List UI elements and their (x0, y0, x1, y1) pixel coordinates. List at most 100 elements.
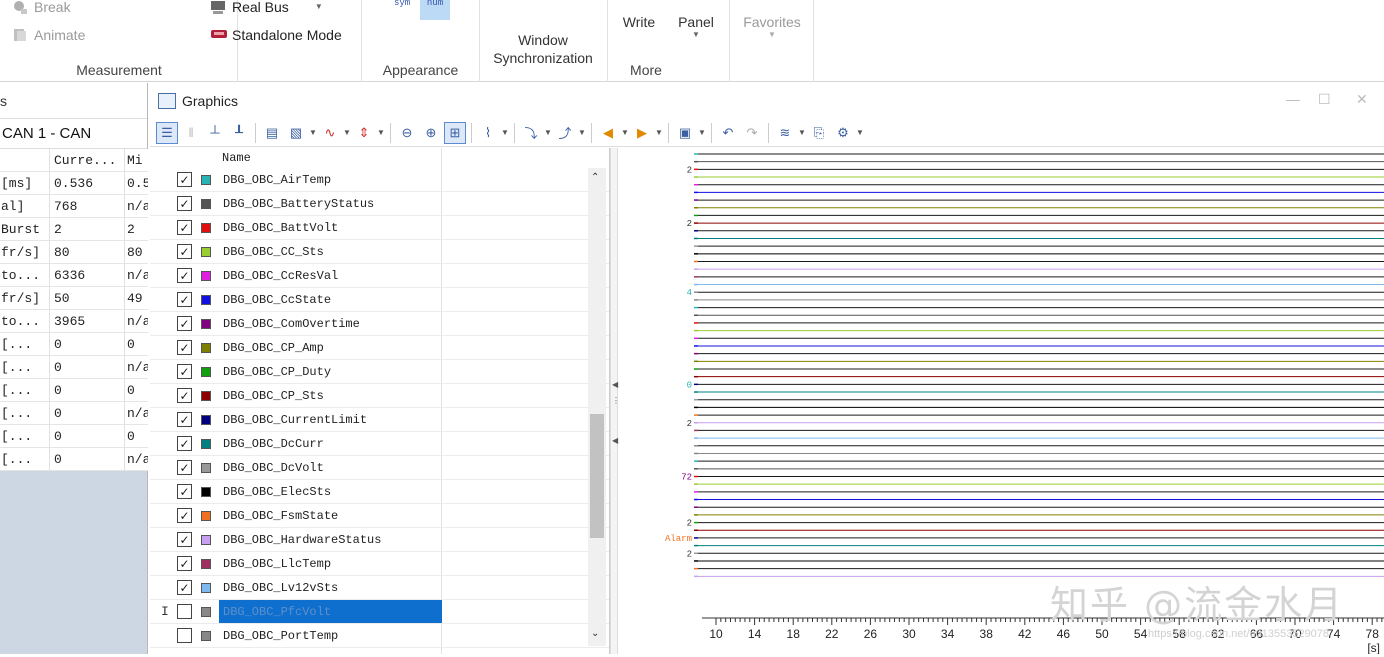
signal-color-swatch[interactable] (201, 342, 211, 353)
pause-icon[interactable]: ‖ (180, 122, 202, 144)
line-type-icon[interactable]: ∿ (319, 122, 341, 144)
chevron-down-icon[interactable]: ▼ (544, 128, 552, 137)
next-marker-icon[interactable]: ▶ (631, 122, 653, 144)
signal-visibility-checkbox[interactable]: ✓ (177, 508, 192, 523)
export-icon[interactable]: ⎘ (808, 122, 830, 144)
signal-color-swatch[interactable] (201, 246, 211, 257)
chevron-down-icon[interactable]: ▼ (655, 128, 663, 137)
chevron-down-icon[interactable]: ▼ (501, 128, 509, 137)
signal-visibility-checkbox[interactable]: ✓ (177, 316, 192, 331)
table-row[interactable]: [... 0 n/a (0, 402, 148, 425)
zoom-fit-icon[interactable]: ⊞ (444, 121, 466, 144)
signal-visibility-checkbox[interactable]: ✓ (177, 556, 192, 571)
signal-visibility-checkbox[interactable]: ✓ (177, 364, 192, 379)
panel-button[interactable]: Panel ▼ (670, 13, 722, 39)
signal-row[interactable]: ✓ DBG_OBC_ComOvertime (150, 312, 609, 336)
signal-row[interactable]: DBG_OBC_PortTemp (150, 624, 609, 648)
signal-row[interactable]: ✓ DBG_OBC_BatteryStatus (150, 192, 609, 216)
scrollbar-thumb[interactable] (590, 414, 604, 538)
signal-visibility-checkbox[interactable] (177, 604, 192, 619)
signal-visibility-checkbox[interactable]: ✓ (177, 196, 192, 211)
num-toggle[interactable]: num (420, 0, 450, 20)
signal-row[interactable]: ✓ DBG_OBC_CP_Sts (150, 384, 609, 408)
pane-splitter[interactable]: ◀ ⋮ ◀ (610, 148, 620, 654)
zoom-in-icon[interactable]: ⊕ (420, 122, 442, 144)
signal-row[interactable]: ✓ DBG_OBC_CcResVal (150, 264, 609, 288)
signal-visibility-checkbox[interactable]: ✓ (177, 340, 192, 355)
signal-visibility-checkbox[interactable] (177, 628, 192, 643)
splitter-grip-icon[interactable]: ⋮ (612, 396, 620, 405)
signal-visibility-checkbox[interactable]: ✓ (177, 244, 192, 259)
collapse-right-icon[interactable]: ◀ (612, 436, 618, 445)
signal-list-toggle-icon[interactable]: ☰ (156, 121, 178, 144)
options-icon[interactable]: ⚙ (832, 122, 854, 144)
collapse-left-icon[interactable]: ◀ (612, 380, 618, 389)
signal-row[interactable]: ✓ DBG_OBC_AirTemp (150, 168, 609, 192)
signal-color-swatch[interactable] (201, 414, 211, 425)
scroll-up-icon[interactable]: ⌃ (591, 172, 599, 183)
signal-color-swatch[interactable] (201, 510, 211, 521)
signal-row[interactable]: ✓ DBG_OBC_CcState (150, 288, 609, 312)
graph-layout-icon[interactable]: ▤ (261, 122, 283, 144)
signal-color-swatch[interactable] (201, 222, 211, 233)
signal-color-swatch[interactable] (201, 534, 211, 545)
signal-row[interactable]: DBG_OBC_PfcVolt (150, 600, 609, 624)
axis-multi-icon[interactable]: ┸ (228, 122, 250, 144)
signal-color-swatch[interactable] (201, 582, 211, 593)
graph-layout-2-icon[interactable]: ▧ (285, 122, 307, 144)
table-row[interactable]: [... 0 n/a (0, 356, 148, 379)
table-row[interactable]: fr/s] 50 49 (0, 287, 148, 310)
signal-color-swatch[interactable] (201, 462, 211, 473)
signal-list-scrollbar[interactable]: ⌃ ⌄ (588, 168, 606, 646)
table-row[interactable]: Burst 2 2 (0, 218, 148, 241)
chevron-down-icon[interactable]: ▼ (377, 128, 385, 137)
previous-marker-icon[interactable]: ◀ (597, 122, 619, 144)
animate-button[interactable]: Animate (12, 27, 85, 43)
signal-visibility-checkbox[interactable]: ✓ (177, 484, 192, 499)
signal-color-swatch[interactable] (201, 318, 211, 329)
sym-toggle[interactable]: sym (394, 0, 410, 8)
chevron-down-icon[interactable]: ▼ (578, 128, 586, 137)
signal-visibility-checkbox[interactable]: ✓ (177, 412, 192, 427)
signal-visibility-checkbox[interactable]: ✓ (177, 580, 192, 595)
layout-icon[interactable]: ▣ (674, 122, 696, 144)
table-row[interactable]: [... 0 0 (0, 425, 148, 448)
favorites-button[interactable]: Favorites ▼ (734, 13, 810, 39)
chevron-down-icon[interactable]: ▼ (343, 128, 351, 137)
signal-visibility-checkbox[interactable]: ✓ (177, 460, 192, 475)
chevron-down-icon[interactable]: ▼ (856, 128, 864, 137)
signal-color-swatch[interactable] (201, 486, 211, 497)
chevron-down-icon[interactable]: ▼ (798, 128, 806, 137)
signal-visibility-checkbox[interactable]: ✓ (177, 436, 192, 451)
table-row[interactable]: to... 6336 n/a (0, 264, 148, 287)
signal-visibility-checkbox[interactable]: ✓ (177, 292, 192, 307)
signal-row[interactable]: ✓ DBG_OBC_CP_Duty (150, 360, 609, 384)
write-button[interactable]: Write (616, 13, 662, 31)
axis-y-icon[interactable]: ┴ (204, 122, 226, 144)
signal-color-swatch[interactable] (201, 270, 211, 281)
signal-row[interactable]: ✓ DBG_OBC_FsmState (150, 504, 609, 528)
signal-color-swatch[interactable] (201, 366, 211, 377)
chevron-down-icon[interactable]: ▼ (698, 128, 706, 137)
signal-color-swatch[interactable] (201, 558, 211, 569)
signal-color-swatch[interactable] (201, 198, 211, 209)
signal-row[interactable]: ✓ DBG_OBC_LlcTemp (150, 552, 609, 576)
scroll-signal-icon[interactable]: ⤵ (520, 122, 542, 144)
close-button[interactable]: ✕ (1356, 91, 1368, 108)
window-synchronization-button[interactable]: Window Synchronization (486, 13, 600, 67)
scroll-signal-2-icon[interactable]: ⤴ (554, 122, 576, 144)
minimize-button[interactable]: — (1286, 91, 1300, 107)
signal-color-swatch[interactable] (201, 174, 211, 185)
signal-row[interactable]: ✓ DBG_OBC_ElecSts (150, 480, 609, 504)
redo-icon[interactable]: ↷ (741, 122, 763, 144)
table-row[interactable]: fr/s] 80 80 (0, 241, 148, 264)
measurement-cursor-icon[interactable]: ⇕ (353, 122, 375, 144)
table-row[interactable]: [... 0 0 (0, 333, 148, 356)
chevron-down-icon[interactable]: ▼ (309, 128, 317, 137)
signal-row[interactable]: ✓ DBG_OBC_Lv12vSts (150, 576, 609, 600)
table-row[interactable]: al] 768 n/a (0, 195, 148, 218)
signal-color-swatch[interactable] (201, 630, 211, 641)
signal-color-swatch[interactable] (201, 294, 211, 305)
table-row[interactable]: [... 0 n/a (0, 448, 148, 471)
signal-row[interactable]: ✓ DBG_OBC_DcCurr (150, 432, 609, 456)
